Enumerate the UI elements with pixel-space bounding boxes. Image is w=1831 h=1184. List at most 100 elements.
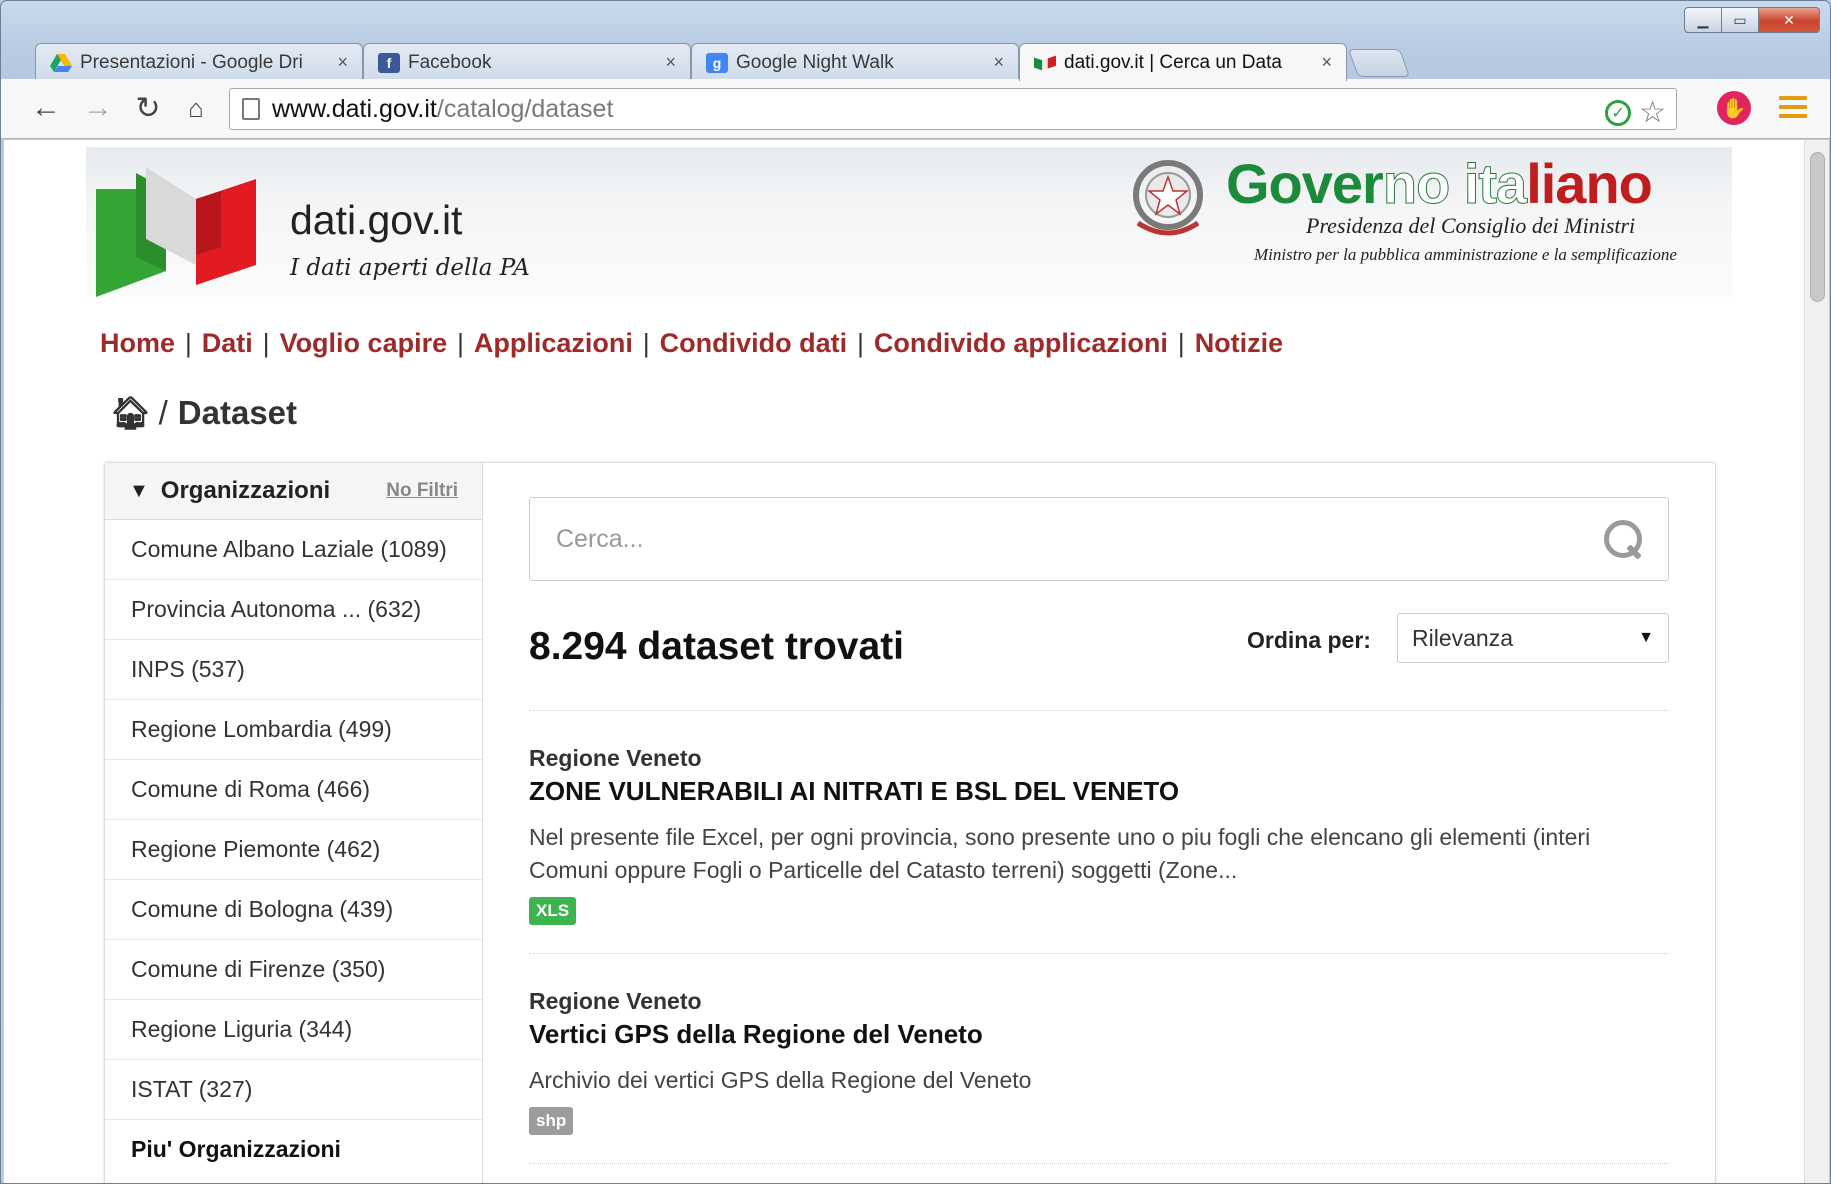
italian-flag-icon [1034, 53, 1056, 73]
browser-toolbar: ← → ↻ ⌂ www.dati.gov.it/catalog/dataset … [1, 79, 1830, 139]
results-bar: 8.294 dataset trovati Ordina per: Rileva… [529, 581, 1669, 711]
dati-gov-logo [96, 167, 256, 297]
tab-close-icon[interactable]: × [993, 52, 1004, 73]
page-title: Dataset [177, 394, 298, 431]
extension-icon[interactable]: ✋ [1717, 91, 1751, 125]
nav-separator: | [857, 328, 864, 358]
results-count: 8.294 dataset trovati [529, 625, 905, 668]
scrollbar-thumb[interactable] [1810, 152, 1825, 302]
home-icon[interactable]: ⌂ [177, 89, 215, 127]
format-badge[interactable]: XLS [529, 897, 577, 925]
sidebar-item-inps[interactable]: INPS (537) [105, 640, 482, 700]
google-icon: g [706, 52, 728, 73]
gov-title-part: liano [1526, 152, 1653, 215]
content-panel: ▼ Organizzazioni No Filtri Comune Albano… [104, 462, 1716, 1183]
sidebar-item-comune-roma[interactable]: Comune di Roma (466) [105, 760, 482, 820]
tab-title: Presentazioni - Google Dri [80, 51, 303, 73]
sidebar-title: Organizzazioni [160, 477, 331, 504]
sidebar-item-regione-piemonte[interactable]: Regione Piemonte (462) [105, 820, 482, 880]
governo-italiano-title: Governo italiano [1226, 151, 1653, 216]
back-icon[interactable]: ← [27, 89, 65, 127]
url-host: www.dati.gov.it [272, 94, 437, 123]
home-icon[interactable]: 🏠︎ [110, 394, 151, 432]
tab-title: Facebook [408, 51, 492, 73]
tab-title: Google Night Walk [736, 51, 894, 73]
page-icon [242, 98, 260, 120]
sort-label: Ordina per: [1247, 627, 1371, 653]
nav-applicazioni[interactable]: Applicazioni [474, 328, 633, 359]
dataset-organization: Regione Veneto [529, 988, 702, 1014]
no-filter-link[interactable]: No Filtri [386, 480, 458, 502]
dataset-item: Regione Veneto Vertici GPS della Regione… [529, 954, 1669, 1164]
browser-window: ▁ ▭ ✕ Presentazioni - Google Dri × f Fac… [0, 0, 1831, 1184]
dataset-title-link[interactable]: ZONE VULNERABILI AI NITRATI E BSL DEL VE… [529, 776, 1669, 807]
sidebar-item-provincia-autonoma[interactable]: Provincia Autonoma ... (632) [105, 580, 482, 640]
breadcrumb: 🏠︎ / Dataset [110, 394, 297, 432]
search-icon[interactable] [1604, 520, 1642, 558]
forward-icon[interactable]: → [79, 89, 117, 127]
address-bar[interactable]: www.dati.gov.it/catalog/dataset ✓ ☆ [229, 88, 1677, 130]
search-input[interactable]: Cerca... [556, 525, 1604, 554]
sort-value: Rilevanza [1412, 624, 1513, 651]
dataset-title-link[interactable]: Vertici GPS della Regione del Veneto [529, 1019, 1669, 1050]
menu-icon[interactable] [1779, 93, 1807, 121]
site-title: dati.gov.it [290, 197, 463, 243]
nav-separator: | [262, 328, 270, 358]
nav-condivido-applicazioni[interactable]: Condivido applicazioni [874, 328, 1168, 359]
bookmark-star-icon[interactable]: ☆ [1639, 95, 1666, 130]
nav-separator: | [1177, 328, 1185, 358]
tab-close-icon[interactable]: × [1321, 52, 1332, 73]
sidebar-item-istat[interactable]: ISTAT (327) [105, 1060, 482, 1120]
tab-close-icon[interactable]: × [665, 52, 676, 73]
gov-title-part: no ita [1382, 152, 1527, 216]
tab-google-night-walk[interactable]: g Google Night Walk × [691, 43, 1019, 81]
nav-home[interactable]: Home [100, 328, 175, 359]
tab-title: dati.gov.it | Cerca un Data [1064, 51, 1282, 73]
search-box[interactable]: Cerca... [529, 497, 1669, 581]
sidebar-item-regione-lombardia[interactable]: Regione Lombardia (499) [105, 700, 482, 760]
nav-separator: | [642, 328, 650, 358]
gov-subtitle-ministro: Ministro per la pubblica amministrazione… [1254, 245, 1677, 264]
url-path: /catalog/dataset [436, 94, 614, 123]
minimize-button[interactable]: ▁ [1684, 7, 1722, 33]
sidebar-item-regione-liguria[interactable]: Regione Liguria (344) [105, 1000, 482, 1060]
organizations-sidebar: ▼ Organizzazioni No Filtri Comune Albano… [105, 463, 483, 1183]
dataset-organization: Regione Veneto [529, 745, 702, 771]
nav-condivido-dati[interactable]: Condivido dati [660, 328, 847, 359]
close-window-button[interactable]: ✕ [1758, 7, 1820, 33]
gov-title-part: Gover [1226, 152, 1384, 215]
sidebar-item-comune-bologna[interactable]: Comune di Bologna (439) [105, 880, 482, 940]
nav-notizie[interactable]: Notizie [1195, 328, 1284, 359]
breadcrumb-separator: / [158, 394, 168, 431]
tab-close-icon[interactable]: × [337, 52, 348, 73]
nav-separator: | [185, 328, 192, 358]
google-drive-icon [50, 53, 72, 73]
maximize-button[interactable]: ▭ [1721, 7, 1759, 33]
more-organizations-link[interactable]: Piu' Organizzazioni [105, 1120, 482, 1179]
tab-facebook[interactable]: f Facebook × [363, 43, 691, 81]
sort-select[interactable]: Rilevanza ▼ [1397, 613, 1669, 663]
dataset-description: Nel presente file Excel, per ogni provin… [529, 824, 1591, 883]
sidebar-item-comune-firenze[interactable]: Comune di Firenze (350) [105, 940, 482, 1000]
sidebar-item-albano-laziale[interactable]: Comune Albano Laziale (1089) [105, 520, 482, 580]
nav-dati[interactable]: Dati [202, 328, 253, 359]
reload-icon[interactable]: ↻ [129, 89, 167, 127]
format-badge[interactable]: shp [529, 1107, 574, 1135]
site-header: dati.gov.it I dati aperti della PA Gover… [86, 147, 1732, 297]
dataset-item: Regione Veneto ZONE VULNERABILI AI NITRA… [529, 711, 1669, 954]
window-controls: ▁ ▭ ✕ [1684, 7, 1820, 33]
sidebar-header: ▼ Organizzazioni No Filtri [105, 463, 482, 520]
tab-google-drive[interactable]: Presentazioni - Google Dri × [35, 43, 363, 81]
main-nav: Home | Dati | Voglio capire | Applicazio… [100, 328, 1283, 359]
verified-check-icon[interactable]: ✓ [1605, 99, 1632, 126]
nav-separator: | [457, 328, 464, 358]
nav-voglio-capire[interactable]: Voglio capire [280, 328, 448, 359]
filter-icon: ▼ [129, 479, 149, 502]
results-section: Cerca... 8.294 dataset trovati Ordina pe… [529, 497, 1669, 1164]
new-tab-button[interactable] [1347, 49, 1411, 77]
tab-dati-gov[interactable]: dati.gov.it | Cerca un Data × [1019, 43, 1347, 81]
republic-emblem-icon [1133, 160, 1203, 236]
page-scrollbar[interactable] [1804, 140, 1829, 1183]
facebook-icon: f [378, 52, 400, 73]
site-subtitle: I dati aperti della PA [290, 255, 530, 281]
